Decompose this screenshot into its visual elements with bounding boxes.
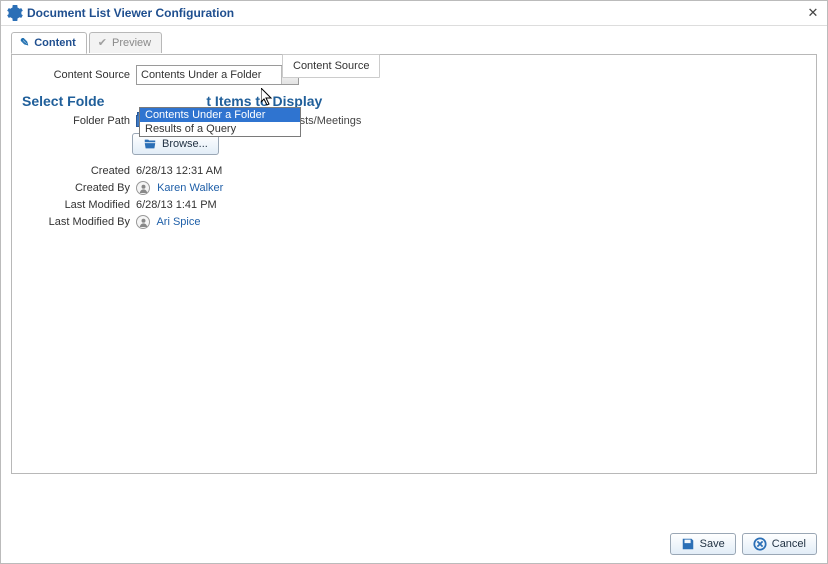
pencil-icon: ✎ [20, 36, 29, 49]
button-bar: Save Cancel [1, 527, 827, 563]
last-modified-value: 6/28/13 1:41 PM [136, 199, 217, 211]
last-modified-label: Last Modified [16, 199, 136, 211]
last-modified-row: Last Modified 6/28/13 1:41 PM [12, 197, 816, 213]
browse-icon [143, 137, 157, 151]
save-label: Save [700, 538, 725, 550]
content-source-dropdown[interactable]: Contents Under a Folder Results of a Que… [139, 107, 301, 137]
created-value: 6/28/13 12:31 AM [136, 165, 222, 177]
browse-row: Browse... [12, 129, 816, 155]
content-source-row: Content Source Contents Under a Folder [12, 63, 816, 87]
user-icon [136, 181, 150, 195]
tab-preview-label: Preview [112, 37, 151, 49]
content-source-select[interactable]: Contents Under a Folder [136, 65, 299, 85]
dropdown-option[interactable]: Results of a Query [140, 122, 300, 136]
section-heading: Select Folder and Document Items to Disp… [12, 87, 816, 113]
tab-content-label: Content [34, 37, 76, 49]
content-area: ✎ Content ✔ Preview Content Source Conte… [1, 26, 827, 527]
dialog-window: Document List Viewer Configuration ✕ ✎ C… [0, 0, 828, 564]
last-modified-by-row: Last Modified By Ari Spice [12, 213, 816, 231]
created-by-link[interactable]: Karen Walker [157, 182, 223, 194]
check-icon: ✔ [98, 36, 107, 49]
dialog-title: Document List Viewer Configuration [27, 6, 805, 20]
content-source-value: Contents Under a Folder [137, 69, 281, 81]
created-by-row: Created By Karen Walker [12, 179, 816, 197]
cancel-icon [753, 537, 767, 551]
last-modified-by-value-wrap: Ari Spice [136, 215, 200, 229]
tooltip: Content Source [282, 54, 380, 78]
heading-prefix: Select Folde [22, 93, 104, 109]
tabs: ✎ Content ✔ Preview [11, 32, 817, 53]
last-modified-by-link[interactable]: Ari Spice [156, 216, 200, 228]
folder-path-row: Folder Path /WebCenter0113PS7/Philatelis… [12, 113, 816, 129]
cancel-button[interactable]: Cancel [742, 533, 817, 555]
gear-icon [7, 5, 23, 21]
save-icon [681, 537, 695, 551]
created-by-label: Created By [16, 182, 136, 194]
cancel-label: Cancel [772, 538, 806, 550]
dropdown-option[interactable]: Contents Under a Folder [140, 108, 300, 122]
titlebar: Document List Viewer Configuration ✕ [1, 1, 827, 26]
tab-preview[interactable]: ✔ Preview [89, 32, 162, 53]
close-icon[interactable]: ✕ [805, 5, 821, 21]
created-row: Created 6/28/13 12:31 AM [12, 163, 816, 179]
save-button[interactable]: Save [670, 533, 736, 555]
created-label: Created [16, 165, 136, 177]
tab-body: Content Source Contents Under a Folder S… [11, 54, 817, 474]
folder-path-label: Folder Path [16, 115, 136, 127]
user-icon [136, 215, 150, 229]
tab-content[interactable]: ✎ Content [11, 32, 87, 54]
browse-label: Browse... [162, 138, 208, 150]
created-by-value-wrap: Karen Walker [136, 181, 223, 195]
last-modified-by-label: Last Modified By [16, 216, 136, 228]
content-source-label: Content Source [16, 69, 136, 81]
